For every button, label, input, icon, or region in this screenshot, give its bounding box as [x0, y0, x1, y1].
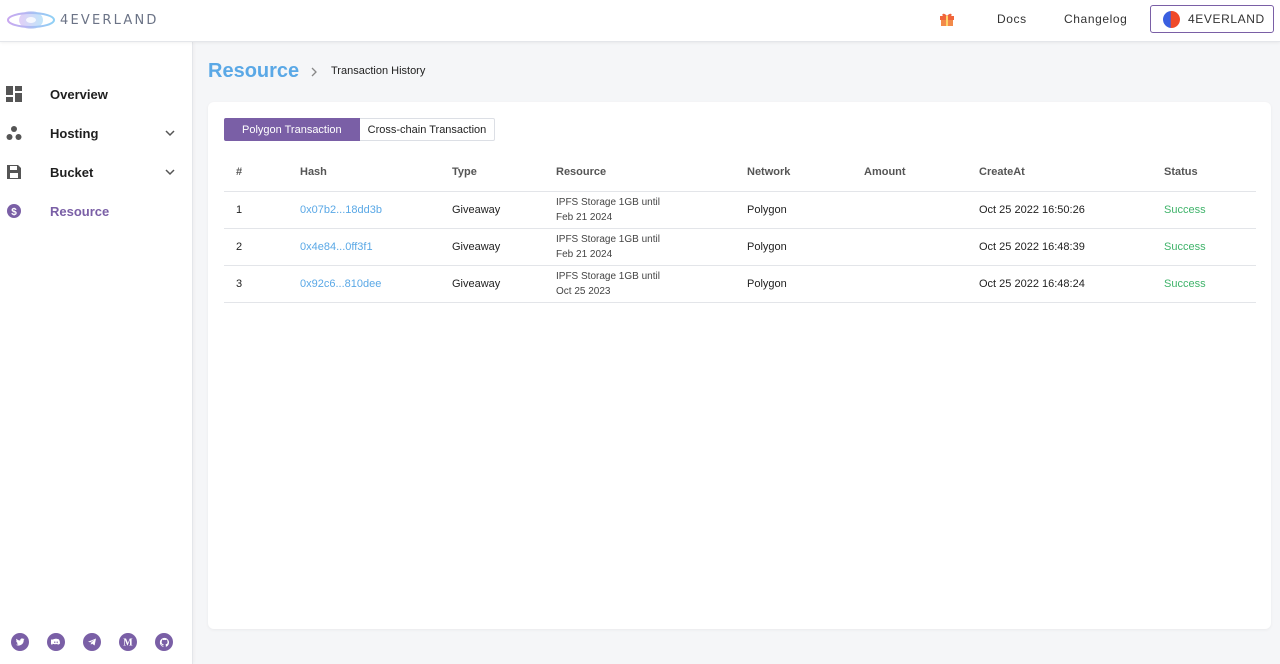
- sidebar-item-label: Hosting: [50, 125, 99, 141]
- chevron-right-icon: [311, 67, 317, 77]
- bucket-icon: [7, 165, 21, 179]
- resource-cell: IPFS Storage 1GB until Oct 25 2023: [556, 265, 747, 303]
- type-cell: Giveaway: [452, 265, 556, 303]
- docs-link[interactable]: Docs: [997, 12, 1027, 26]
- avatar: [1163, 10, 1180, 28]
- account-button[interactable]: 4EVERLAND: [1150, 5, 1274, 33]
- page-title: Resource: [208, 60, 300, 82]
- gift-icon[interactable]: [938, 10, 956, 28]
- twitter-icon[interactable]: [11, 633, 29, 651]
- sidebar-item-resource[interactable]: $ Resource: [0, 193, 193, 229]
- dashboard-icon: [6, 86, 22, 102]
- resource-cell: IPFS Storage 1GB until Feb 21 2024: [556, 191, 747, 229]
- svg-text:$: $: [11, 207, 17, 218]
- table-row: 2 0x4e84...0ff3f1 Giveaway IPFS Storage …: [224, 228, 1256, 266]
- column-header: Resource: [556, 154, 747, 192]
- created-cell: Oct 25 2022 16:48:39: [979, 228, 1164, 266]
- type-cell: Giveaway: [452, 191, 556, 229]
- sidebar: Overview Hosting Bucket $ Resource M: [0, 42, 193, 664]
- amount-cell: [864, 265, 979, 303]
- resource-line: Oct 25 2023: [556, 285, 611, 297]
- table-row: 1 0x07b2...18dd3b Giveaway IPFS Storage …: [224, 191, 1256, 229]
- resource-line: IPFS Storage 1GB until: [556, 233, 660, 245]
- status-badge: Success: [1164, 265, 1256, 303]
- transaction-tabs: Polygon Transaction Cross-chain Transact…: [224, 118, 496, 141]
- column-header: Status: [1164, 154, 1256, 192]
- sidebar-item-label: Resource: [50, 203, 110, 219]
- transactions-card: Polygon Transaction Cross-chain Transact…: [208, 102, 1271, 629]
- status-badge: Success: [1164, 228, 1256, 266]
- telegram-icon[interactable]: [83, 633, 101, 651]
- column-header: CreateAt: [979, 154, 1164, 192]
- changelog-link[interactable]: Changelog: [1064, 12, 1127, 26]
- tab-cross-chain-transaction[interactable]: Cross-chain Transaction: [359, 118, 496, 141]
- amount-cell: [864, 191, 979, 229]
- row-number: 2: [224, 228, 300, 266]
- amount-cell: [864, 228, 979, 266]
- hosting-icon: [6, 126, 22, 140]
- table-row: 3 0x92c6...810dee Giveaway IPFS Storage …: [224, 265, 1256, 303]
- resource-line: Feb 21 2024: [556, 211, 613, 223]
- tab-polygon-transaction[interactable]: Polygon Transaction: [224, 118, 360, 141]
- network-cell: Polygon: [747, 265, 864, 303]
- column-header: Amount: [864, 154, 979, 192]
- row-number: 1: [224, 191, 300, 229]
- logo[interactable]: 4EVERLAND: [6, 7, 159, 33]
- discord-icon[interactable]: [47, 633, 65, 651]
- sidebar-item-label: Bucket: [50, 164, 94, 180]
- account-label: 4EVERLAND: [1188, 12, 1265, 26]
- hash-link[interactable]: 0x4e84...0ff3f1: [300, 241, 373, 253]
- top-header: 4EVERLAND Docs Changelog 4EVERLAND: [0, 0, 1280, 42]
- created-cell: Oct 25 2022 16:50:26: [979, 191, 1164, 229]
- logo-mark-icon: [7, 11, 55, 29]
- dollar-icon: $: [7, 204, 21, 218]
- sidebar-item-bucket[interactable]: Bucket: [0, 154, 193, 190]
- column-header: Network: [747, 154, 864, 192]
- sidebar-item-overview[interactable]: Overview: [0, 76, 193, 112]
- logo-text: 4EVERLAND: [60, 12, 159, 28]
- medium-icon[interactable]: M: [119, 633, 137, 651]
- type-cell: Giveaway: [452, 228, 556, 266]
- network-cell: Polygon: [747, 228, 864, 266]
- github-icon[interactable]: [155, 633, 173, 651]
- chevron-down-icon: [165, 130, 175, 137]
- chevron-down-icon: [165, 169, 175, 176]
- row-number: 3: [224, 265, 300, 303]
- created-cell: Oct 25 2022 16:48:24: [979, 265, 1164, 303]
- hash-link[interactable]: 0x92c6...810dee: [300, 278, 381, 290]
- column-header: #: [224, 154, 300, 192]
- resource-cell: IPFS Storage 1GB until Feb 21 2024: [556, 228, 747, 266]
- column-header: Type: [452, 154, 556, 192]
- column-header: Hash: [300, 154, 452, 192]
- status-badge: Success: [1164, 191, 1256, 229]
- hash-link[interactable]: 0x07b2...18dd3b: [300, 204, 382, 216]
- transactions-table: # Hash Type Resource Network Amount Crea…: [224, 154, 1256, 303]
- breadcrumb: Transaction History: [331, 65, 426, 77]
- resource-line: IPFS Storage 1GB until: [556, 196, 660, 208]
- table-header-row: # Hash Type Resource Network Amount Crea…: [224, 154, 1256, 192]
- network-cell: Polygon: [747, 191, 864, 229]
- social-links: M: [11, 633, 173, 651]
- resource-line: IPFS Storage 1GB until: [556, 270, 660, 282]
- sidebar-item-hosting[interactable]: Hosting: [0, 115, 193, 151]
- resource-line: Feb 21 2024: [556, 248, 613, 260]
- sidebar-item-label: Overview: [50, 86, 108, 102]
- svg-text:M: M: [123, 638, 133, 648]
